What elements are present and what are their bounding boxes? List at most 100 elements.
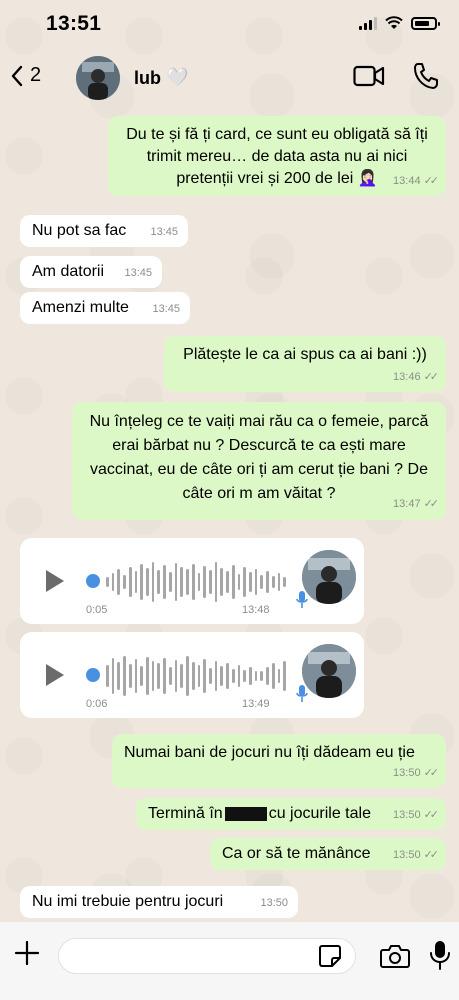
- double-check-icon: ✓✓: [423, 767, 440, 779]
- waveform-bar: [277, 669, 281, 683]
- waveform-bar: [163, 565, 166, 599]
- video-call-button[interactable]: [353, 65, 385, 92]
- voice-duration: 0:06: [86, 698, 108, 710]
- waveform-bar: [220, 568, 224, 596]
- waveform-bar: [128, 567, 132, 597]
- waveform-bar: [283, 577, 286, 587]
- contact-name[interactable]: lub: [134, 68, 161, 89]
- waveform-bar: [254, 569, 258, 595]
- waveform-bar: [128, 664, 132, 688]
- voice-message[interactable]: 0:06 13:49: [20, 632, 364, 718]
- waveform-bar: [243, 670, 246, 682]
- chat-header: 2 lub 🤍: [0, 50, 459, 106]
- waveform-bar: [226, 571, 229, 593]
- message-text-end: cu jocurile tale: [268, 805, 371, 822]
- camera-icon: [380, 945, 410, 968]
- waveform-bar: [134, 571, 138, 593]
- signal-icon: [359, 16, 377, 30]
- censor-bar: [224, 806, 267, 821]
- battery-icon: [411, 16, 440, 30]
- waveform-bar: [191, 662, 195, 690]
- message-meta: 13:50: [260, 892, 288, 914]
- message-bubble-outgoing[interactable]: Numai bani de jocuri nu îți dădeam eu ți…: [112, 734, 446, 788]
- voice-record-button[interactable]: [430, 940, 450, 975]
- message-bubble-incoming[interactable]: Nu pot sa fac 13:45: [20, 215, 188, 247]
- sender-avatar: [302, 644, 356, 698]
- waveform-bar: [203, 566, 206, 598]
- message-time: 13:46: [393, 371, 421, 383]
- message-text: Plătește le ca ai spus ca ai bani :)): [183, 346, 427, 363]
- waveform-bar: [283, 661, 286, 691]
- voice-call-button[interactable]: [413, 62, 439, 95]
- wifi-icon: [385, 16, 403, 29]
- waveform-bar: [180, 664, 184, 688]
- message-meta: 13:45: [152, 298, 180, 320]
- sender-avatar: [302, 550, 356, 604]
- microphone-icon: [430, 941, 450, 970]
- message-meta: 13:44 ✓✓: [393, 170, 440, 192]
- sticker-icon: [319, 945, 341, 967]
- message-meta: 13:50 ✓✓: [393, 762, 440, 784]
- play-icon[interactable]: [46, 664, 64, 686]
- waveform-bar: [106, 577, 109, 587]
- waveform-bar: [214, 562, 218, 602]
- message-time: 13:49: [242, 698, 270, 710]
- message-meta: 13:46 ✓✓: [393, 366, 440, 388]
- double-check-icon: ✓✓: [423, 849, 440, 861]
- message-time: 13:44: [393, 175, 421, 187]
- message-text: Du te și fă ți card, ce sunt eu obligată…: [126, 126, 428, 187]
- plus-icon: [14, 940, 40, 966]
- sticker-button[interactable]: [318, 944, 342, 973]
- waveform-bar: [231, 669, 235, 683]
- message-bubble-outgoing[interactable]: Nu înțeleg ce te vaiți mai rău ca o feme…: [72, 402, 446, 520]
- waveform-bar: [157, 570, 161, 594]
- message-text: Nu pot sa fac: [32, 222, 127, 239]
- camera-button[interactable]: [380, 944, 410, 973]
- playback-position-dot[interactable]: [86, 574, 100, 588]
- status-time: 13:51: [46, 12, 102, 35]
- message-time: 13:45: [152, 303, 180, 315]
- message-text: Amenzi multe: [32, 299, 129, 316]
- message-time: 13:45: [124, 267, 152, 279]
- waveform-bar: [140, 564, 144, 600]
- waveform-bar: [266, 667, 269, 685]
- waveform-bar: [254, 671, 258, 681]
- waveform-bar: [266, 571, 269, 593]
- message-bubble-outgoing[interactable]: Plătește le ca ai spus ca ai bani :)) 13…: [164, 336, 446, 392]
- microphone-icon: [296, 591, 308, 608]
- message-time: 13:50: [393, 809, 421, 821]
- message-time: 13:50: [260, 897, 288, 909]
- message-bubble-outgoing[interactable]: Du te și fă ți card, ce sunt eu obligată…: [108, 116, 446, 196]
- video-call-icon: [353, 65, 385, 87]
- message-bubble-outgoing[interactable]: Ca or să te mănânce 13:50 ✓✓: [210, 838, 446, 870]
- message-bubble-outgoing[interactable]: Termină în cu jocurile tale 13:50 ✓✓: [136, 798, 446, 830]
- waveform-bar: [168, 572, 172, 592]
- voice-message[interactable]: 0:05 13:48: [20, 538, 364, 624]
- waveform-bar: [191, 564, 195, 600]
- double-check-icon: ✓✓: [423, 371, 440, 383]
- waveform-bar: [260, 671, 264, 681]
- play-icon[interactable]: [46, 570, 64, 592]
- playback-position-dot[interactable]: [86, 668, 100, 682]
- waveform-bar: [186, 656, 189, 696]
- white-heart-emoji: 🤍: [166, 67, 189, 87]
- waveform-bar: [140, 666, 144, 686]
- message-bubble-incoming[interactable]: Amenzi multe 13:45: [20, 292, 190, 324]
- message-text: Nu imi trebuie pentru jocuri: [32, 893, 224, 910]
- waveform-bar: [271, 576, 275, 588]
- waveform-bar: [237, 574, 241, 590]
- waveform-bar: [248, 572, 252, 592]
- waveform-bar: [260, 575, 264, 589]
- waveform-bar: [111, 573, 115, 591]
- contact-avatar[interactable]: [76, 56, 120, 100]
- message-time: 13:50: [393, 849, 421, 861]
- double-check-icon: ✓✓: [423, 175, 440, 187]
- back-button[interactable]: 2: [10, 64, 41, 87]
- message-bubble-incoming[interactable]: Am datorii 13:45: [20, 256, 162, 288]
- message-bubble-incoming[interactable]: Nu imi trebuie pentru jocuri 13:50: [20, 886, 298, 918]
- message-input[interactable]: [58, 938, 356, 974]
- waveform-bar: [226, 663, 229, 689]
- double-check-icon: ✓✓: [423, 809, 440, 821]
- waveform-bar: [197, 665, 201, 687]
- attach-button[interactable]: [14, 940, 40, 971]
